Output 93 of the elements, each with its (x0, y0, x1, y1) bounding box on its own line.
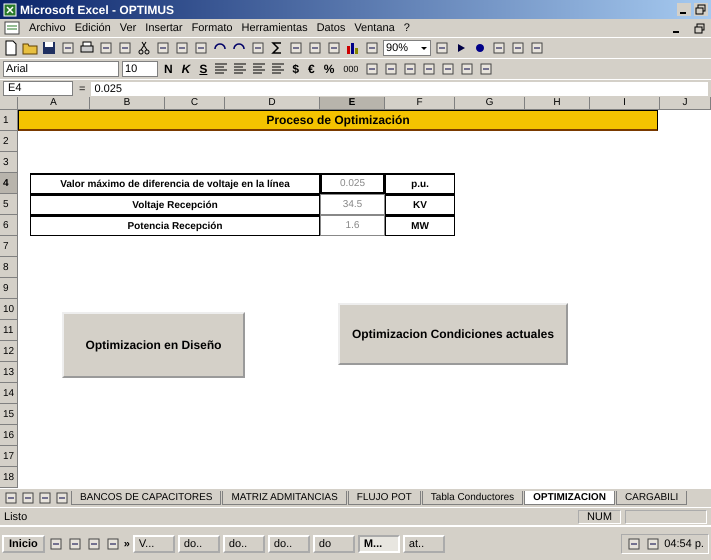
value-cell[interactable]: 34.5 (320, 194, 385, 215)
status-text: Listo (4, 510, 28, 522)
percent-button[interactable]: % (320, 62, 338, 76)
sheet-tab[interactable]: CARGABILI (616, 491, 688, 505)
menu-item[interactable]: Edición (74, 22, 111, 34)
sheet-tab[interactable]: OPTIMIZACION (524, 491, 615, 505)
sort-icon[interactable] (307, 40, 323, 56)
column-header[interactable]: D (225, 97, 320, 110)
row-header[interactable]: 5 (0, 194, 18, 215)
underline-button[interactable]: S (196, 62, 210, 76)
optimize-button[interactable]: Optimizacion en Diseño (62, 312, 245, 378)
row-header[interactable]: 12 (0, 341, 18, 362)
formula-field[interactable]: 0.025 (91, 82, 708, 96)
table-cell: MW (385, 215, 455, 236)
thousands-button[interactable]: 000 (340, 64, 362, 74)
value-cell[interactable]: 0.025 (320, 173, 385, 194)
new-document-icon[interactable] (3, 40, 19, 56)
menu-item[interactable]: Ver (120, 22, 136, 34)
bold-button[interactable]: N (161, 62, 176, 76)
row-header[interactable]: 7 (0, 236, 18, 257)
menu-item[interactable]: Insertar (145, 22, 183, 34)
row-header[interactable]: 9 (0, 278, 18, 299)
taskbar-button[interactable]: at.. (402, 534, 445, 552)
column-header[interactable]: J (660, 97, 711, 110)
table-cell: Voltaje Recepción (30, 194, 320, 215)
row-header[interactable]: 2 (0, 131, 18, 152)
bar-chart-icon[interactable] (345, 40, 361, 56)
menu-item[interactable]: Archivo (29, 22, 66, 34)
font-size-dropdown[interactable]: 10 (122, 61, 158, 77)
column-header[interactable]: B (90, 97, 165, 110)
value-cell[interactable]: 1.6 (320, 215, 385, 236)
sort-icon[interactable] (326, 40, 342, 56)
menu-item[interactable]: Datos (316, 22, 346, 34)
select-all-button[interactable] (0, 97, 18, 110)
column-header[interactable]: A (18, 97, 90, 110)
column-header[interactable]: E (320, 97, 385, 110)
optimize-button[interactable]: Optimizacion Condiciones actuales (338, 303, 568, 365)
start-button[interactable]: Inicio (2, 534, 45, 552)
row-header[interactable]: 6 (0, 215, 18, 236)
menu-item[interactable]: ? (404, 22, 410, 34)
num-lock-indicator: NUM (578, 510, 621, 524)
column-header[interactable]: C (165, 97, 225, 110)
sheet-tab[interactable]: MATRIZ ADMITANCIAS (222, 491, 347, 505)
name-box[interactable]: E4 (3, 81, 73, 96)
menu-item[interactable]: Herramientas (242, 22, 308, 34)
banner-cell: Proceso de Optimización (18, 110, 658, 131)
sheet-tab[interactable]: BANCOS DE CAPACITORES (71, 491, 222, 505)
row-header[interactable]: 11 (0, 320, 18, 341)
sheet-tab[interactable]: FLUJO POT (348, 491, 421, 505)
taskbar-button[interactable]: do.. (268, 534, 310, 552)
restore-icon[interactable] (693, 22, 707, 34)
column-header[interactable]: H (525, 97, 590, 110)
row-header[interactable]: 15 (0, 404, 18, 425)
clock: 04:54 p. (664, 538, 704, 550)
minimize-icon[interactable] (677, 3, 691, 16)
taskbar-button[interactable]: do (312, 534, 355, 552)
table-cell: Valor máximo de diferencia de voltaje en la línea (30, 173, 320, 194)
restore-icon[interactable] (694, 3, 708, 16)
zoom-dropdown[interactable]: 90% (383, 40, 432, 56)
font-dropdown[interactable]: Arial (3, 61, 119, 77)
italic-button[interactable]: K (178, 62, 194, 76)
window-title: Microsoft Excel - OPTIMUS (20, 2, 174, 16)
taskbar-button[interactable]: M... (358, 534, 400, 552)
row-header[interactable]: 14 (0, 383, 18, 404)
row-header[interactable]: 3 (0, 152, 18, 173)
row-header[interactable]: 16 (0, 425, 18, 446)
taskbar-button[interactable]: do.. (178, 534, 220, 552)
column-header[interactable]: I (590, 97, 660, 110)
row-header[interactable]: 8 (0, 257, 18, 278)
menu-item[interactable]: Ventana (354, 22, 395, 34)
row-header[interactable]: 13 (0, 362, 18, 383)
row-header[interactable]: 1 (0, 110, 18, 131)
table-cell: KV (385, 194, 455, 215)
row-header[interactable]: 18 (0, 467, 18, 488)
overflow-chevron[interactable]: » (124, 538, 130, 550)
menu-item[interactable]: Formato (192, 22, 233, 34)
sheet-tab[interactable]: Tabla Conductores (422, 491, 524, 505)
spreadsheet-icon (3, 2, 17, 16)
table-cell: p.u. (385, 173, 455, 194)
scissors-icon[interactable] (136, 40, 152, 56)
table-cell: Potencia Recepción (30, 215, 320, 236)
row-header[interactable]: 4 (0, 173, 18, 194)
currency-button[interactable]: $ (289, 62, 302, 76)
column-header[interactable]: G (455, 97, 525, 110)
save-icon[interactable] (41, 40, 57, 56)
euro-button[interactable]: € (305, 62, 318, 76)
column-header[interactable]: F (385, 97, 455, 110)
equals-sign: = (79, 82, 86, 94)
taskbar-button[interactable]: V... (132, 534, 175, 552)
taskbar-button[interactable]: do.. (222, 534, 265, 552)
row-header[interactable]: 17 (0, 446, 18, 467)
row-header[interactable]: 10 (0, 299, 18, 320)
workbook-icon[interactable] (4, 21, 20, 35)
